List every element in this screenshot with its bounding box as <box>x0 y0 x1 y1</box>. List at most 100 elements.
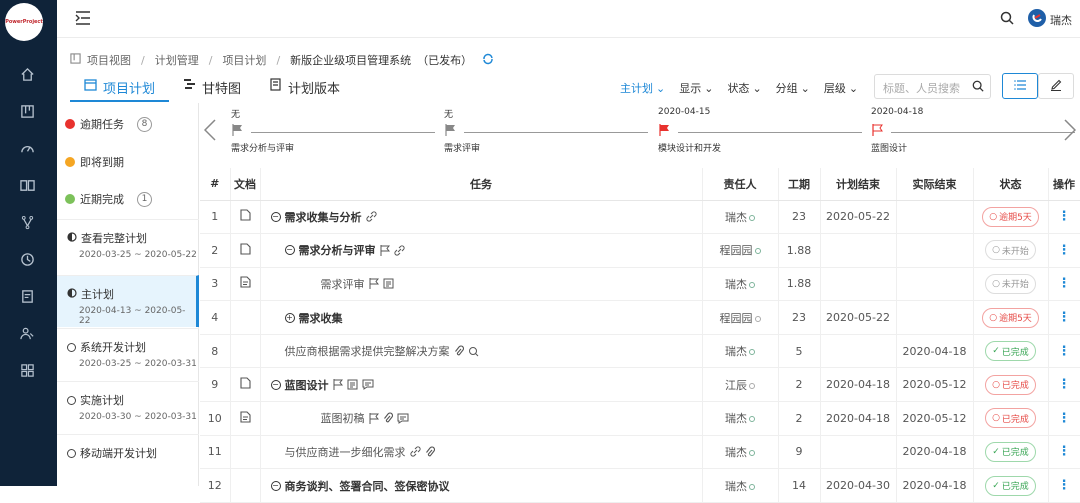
link-icon[interactable] <box>393 245 405 256</box>
milestone[interactable]: 2020-04-15 模块设计和开发 <box>658 103 873 165</box>
table-row[interactable]: 8 供应商根据需求提供完整解决方案 瑞杰 5 2020-04-18 ✓ 已完成 ⋮ <box>200 334 1080 369</box>
document-icon[interactable] <box>239 243 251 255</box>
users-icon[interactable] <box>17 323 37 343</box>
zoom-icon[interactable] <box>468 346 479 357</box>
breadcrumb-item[interactable]: 项目计划 <box>222 52 266 68</box>
plan-system-dev[interactable]: 系统开发计划 2020-03-25 ~ 2020-03-31 <box>57 328 199 380</box>
list-view-button[interactable] <box>1002 73 1038 99</box>
expand-icon[interactable]: + <box>284 312 295 323</box>
chevron-right-icon[interactable] <box>1064 119 1077 144</box>
avatar[interactable] <box>1028 9 1046 27</box>
task-cell[interactable]: − 需求分析与评审 <box>260 233 703 268</box>
flag-icon[interactable] <box>380 244 390 256</box>
search-icon[interactable] <box>1000 11 1014 28</box>
alert-recently-done[interactable]: 近期完成 1 <box>57 191 199 207</box>
more-actions-icon[interactable]: ⋮ <box>1058 243 1071 258</box>
task-cell[interactable]: 需求评审 <box>260 267 703 302</box>
comment-icon[interactable] <box>397 413 409 424</box>
more-actions-icon[interactable]: ⋮ <box>1058 411 1071 426</box>
breadcrumb-item[interactable]: 项目视图 <box>87 52 131 68</box>
task-name[interactable]: 需求收集 <box>299 310 343 326</box>
table-row[interactable]: 10 蓝图初稿 瑞杰 2 2020-04-18 2020-05-12 ○ 已完成 … <box>200 401 1080 436</box>
task-cell[interactable]: + 需求收集 <box>260 300 703 335</box>
search-input[interactable]: 标题、人员搜索 <box>874 74 991 99</box>
search-icon[interactable] <box>972 80 984 95</box>
filter-status[interactable]: 状态 ⌄ <box>727 80 761 96</box>
more-actions-icon[interactable]: ⋮ <box>1058 209 1071 224</box>
owner-cell[interactable]: 瑞杰 <box>702 200 779 235</box>
edit-button[interactable] <box>1038 73 1074 99</box>
more-actions-icon[interactable]: ⋮ <box>1058 344 1071 359</box>
filter-display[interactable]: 显示 ⌄ <box>679 80 713 96</box>
tab-plan-version[interactable]: 计划版本 <box>255 70 354 102</box>
collapse-icon[interactable]: − <box>284 245 295 256</box>
clock-icon[interactable] <box>17 249 37 269</box>
tab-project-plan[interactable]: 项目计划 <box>70 70 170 102</box>
table-row[interactable]: 11 与供应商进一步细化需求 瑞杰 9 2020-04-18 ✓ 已完成 ⋮ <box>200 435 1080 470</box>
owner-cell[interactable]: 瑞杰 <box>702 267 779 302</box>
collapse-icon[interactable]: − <box>270 211 281 222</box>
attachment-icon[interactable] <box>383 412 393 424</box>
milestone[interactable]: 2020-04-18 蓝图设计 <box>871 103 1080 165</box>
document-lines-icon[interactable] <box>239 411 251 423</box>
document-icon[interactable] <box>239 377 251 389</box>
table-row[interactable]: 9 − 蓝图设计 江辰 2 2020-04-18 2020-05-12 ○ 已完成 … <box>200 367 1080 403</box>
attachment-icon[interactable] <box>454 345 464 357</box>
book-icon[interactable] <box>17 175 37 195</box>
flag-icon[interactable] <box>333 379 343 391</box>
table-row[interactable]: 2 − 需求分析与评审 程园园 1.88 ○ 未开始 ⋮ <box>200 233 1080 268</box>
plan-main[interactable]: 主计划 2020-04-13 ~ 2020-05-22 <box>57 275 199 327</box>
more-actions-icon[interactable]: ⋮ <box>1058 276 1071 291</box>
owner-cell[interactable]: 瑞杰 <box>702 401 779 436</box>
task-cell[interactable]: 蓝图初稿 <box>260 401 703 436</box>
link-icon[interactable] <box>409 446 421 458</box>
filter-main-plan[interactable]: 主计划 ⌄ <box>620 80 665 96</box>
home-icon[interactable] <box>17 64 37 84</box>
task-name[interactable]: 与供应商进一步细化需求 <box>285 444 406 460</box>
task-name[interactable]: 供应商根据需求提供完整解决方案 <box>285 343 450 359</box>
milestone[interactable]: 无需求评审 <box>444 103 659 165</box>
owner-cell[interactable]: 瑞杰 <box>702 435 779 470</box>
collapse-icon[interactable]: − <box>270 379 281 390</box>
task-name[interactable]: 蓝图初稿 <box>321 410 365 426</box>
task-name[interactable]: 蓝图设计 <box>285 377 329 393</box>
owner-cell[interactable]: 程园园 <box>702 300 779 335</box>
plan-mobile-dev[interactable]: 移动端开发计划 <box>57 434 199 486</box>
branch-icon[interactable] <box>17 212 37 232</box>
user-name[interactable]: 瑞杰 <box>1050 12 1072 28</box>
more-actions-icon[interactable]: ⋮ <box>1058 310 1071 325</box>
owner-cell[interactable]: 瑞杰 <box>702 334 779 369</box>
tab-gantt[interactable]: 甘特图 <box>169 70 255 102</box>
filter-level[interactable]: 层级 ⌄ <box>824 80 858 96</box>
attachment-icon[interactable] <box>425 446 435 458</box>
more-actions-icon[interactable]: ⋮ <box>1058 444 1071 459</box>
task-cell[interactable]: 供应商根据需求提供完整解决方案 <box>260 334 703 369</box>
more-actions-icon[interactable]: ⋮ <box>1058 377 1071 392</box>
dashboard-icon[interactable] <box>17 138 37 158</box>
alert-overdue[interactable]: 逾期任务 8 <box>57 116 199 132</box>
breadcrumb-item[interactable]: 计划管理 <box>155 52 199 68</box>
task-name[interactable]: 需求分析与评审 <box>299 242 376 258</box>
table-row[interactable]: 4 + 需求收集 程园园 23 2020-05-22 ○ 逾期5天 ⋮ <box>200 300 1080 335</box>
list-icon[interactable] <box>383 278 394 289</box>
alert-due-soon[interactable]: 即将到期 <box>57 154 199 170</box>
comment-icon[interactable] <box>362 379 374 391</box>
filter-group[interactable]: 分组 ⌄ <box>776 80 810 96</box>
task-cell[interactable]: 与供应商进一步细化需求 <box>260 435 703 470</box>
grid-icon[interactable] <box>17 360 37 380</box>
list-icon[interactable] <box>347 379 358 390</box>
menu-toggle-icon[interactable] <box>75 11 91 28</box>
table-row[interactable]: 3 需求评审 瑞杰 1.88 ○ 未开始 ⋮ <box>200 267 1080 302</box>
board-icon[interactable] <box>17 101 37 121</box>
milestone[interactable]: 无需求分析与评审 <box>231 103 446 165</box>
owner-cell[interactable]: 江辰 <box>702 367 779 403</box>
owner-cell[interactable]: 程园园 <box>702 233 779 268</box>
flag-icon[interactable] <box>369 278 379 290</box>
report-icon[interactable] <box>17 286 37 306</box>
plan-full[interactable]: 查看完整计划 2020-03-25 ~ 2020-05-22 <box>57 219 199 271</box>
document-lines-icon[interactable] <box>239 276 251 289</box>
table-row[interactable]: 1 − 需求收集与分析 瑞杰 23 2020-05-22 ○ 逾期5天 ⋮ <box>200 200 1080 235</box>
app-logo[interactable]: PowerProject <box>5 3 43 41</box>
task-cell[interactable]: − 需求收集与分析 <box>260 200 703 235</box>
task-cell[interactable]: − 蓝图设计 <box>260 367 703 403</box>
